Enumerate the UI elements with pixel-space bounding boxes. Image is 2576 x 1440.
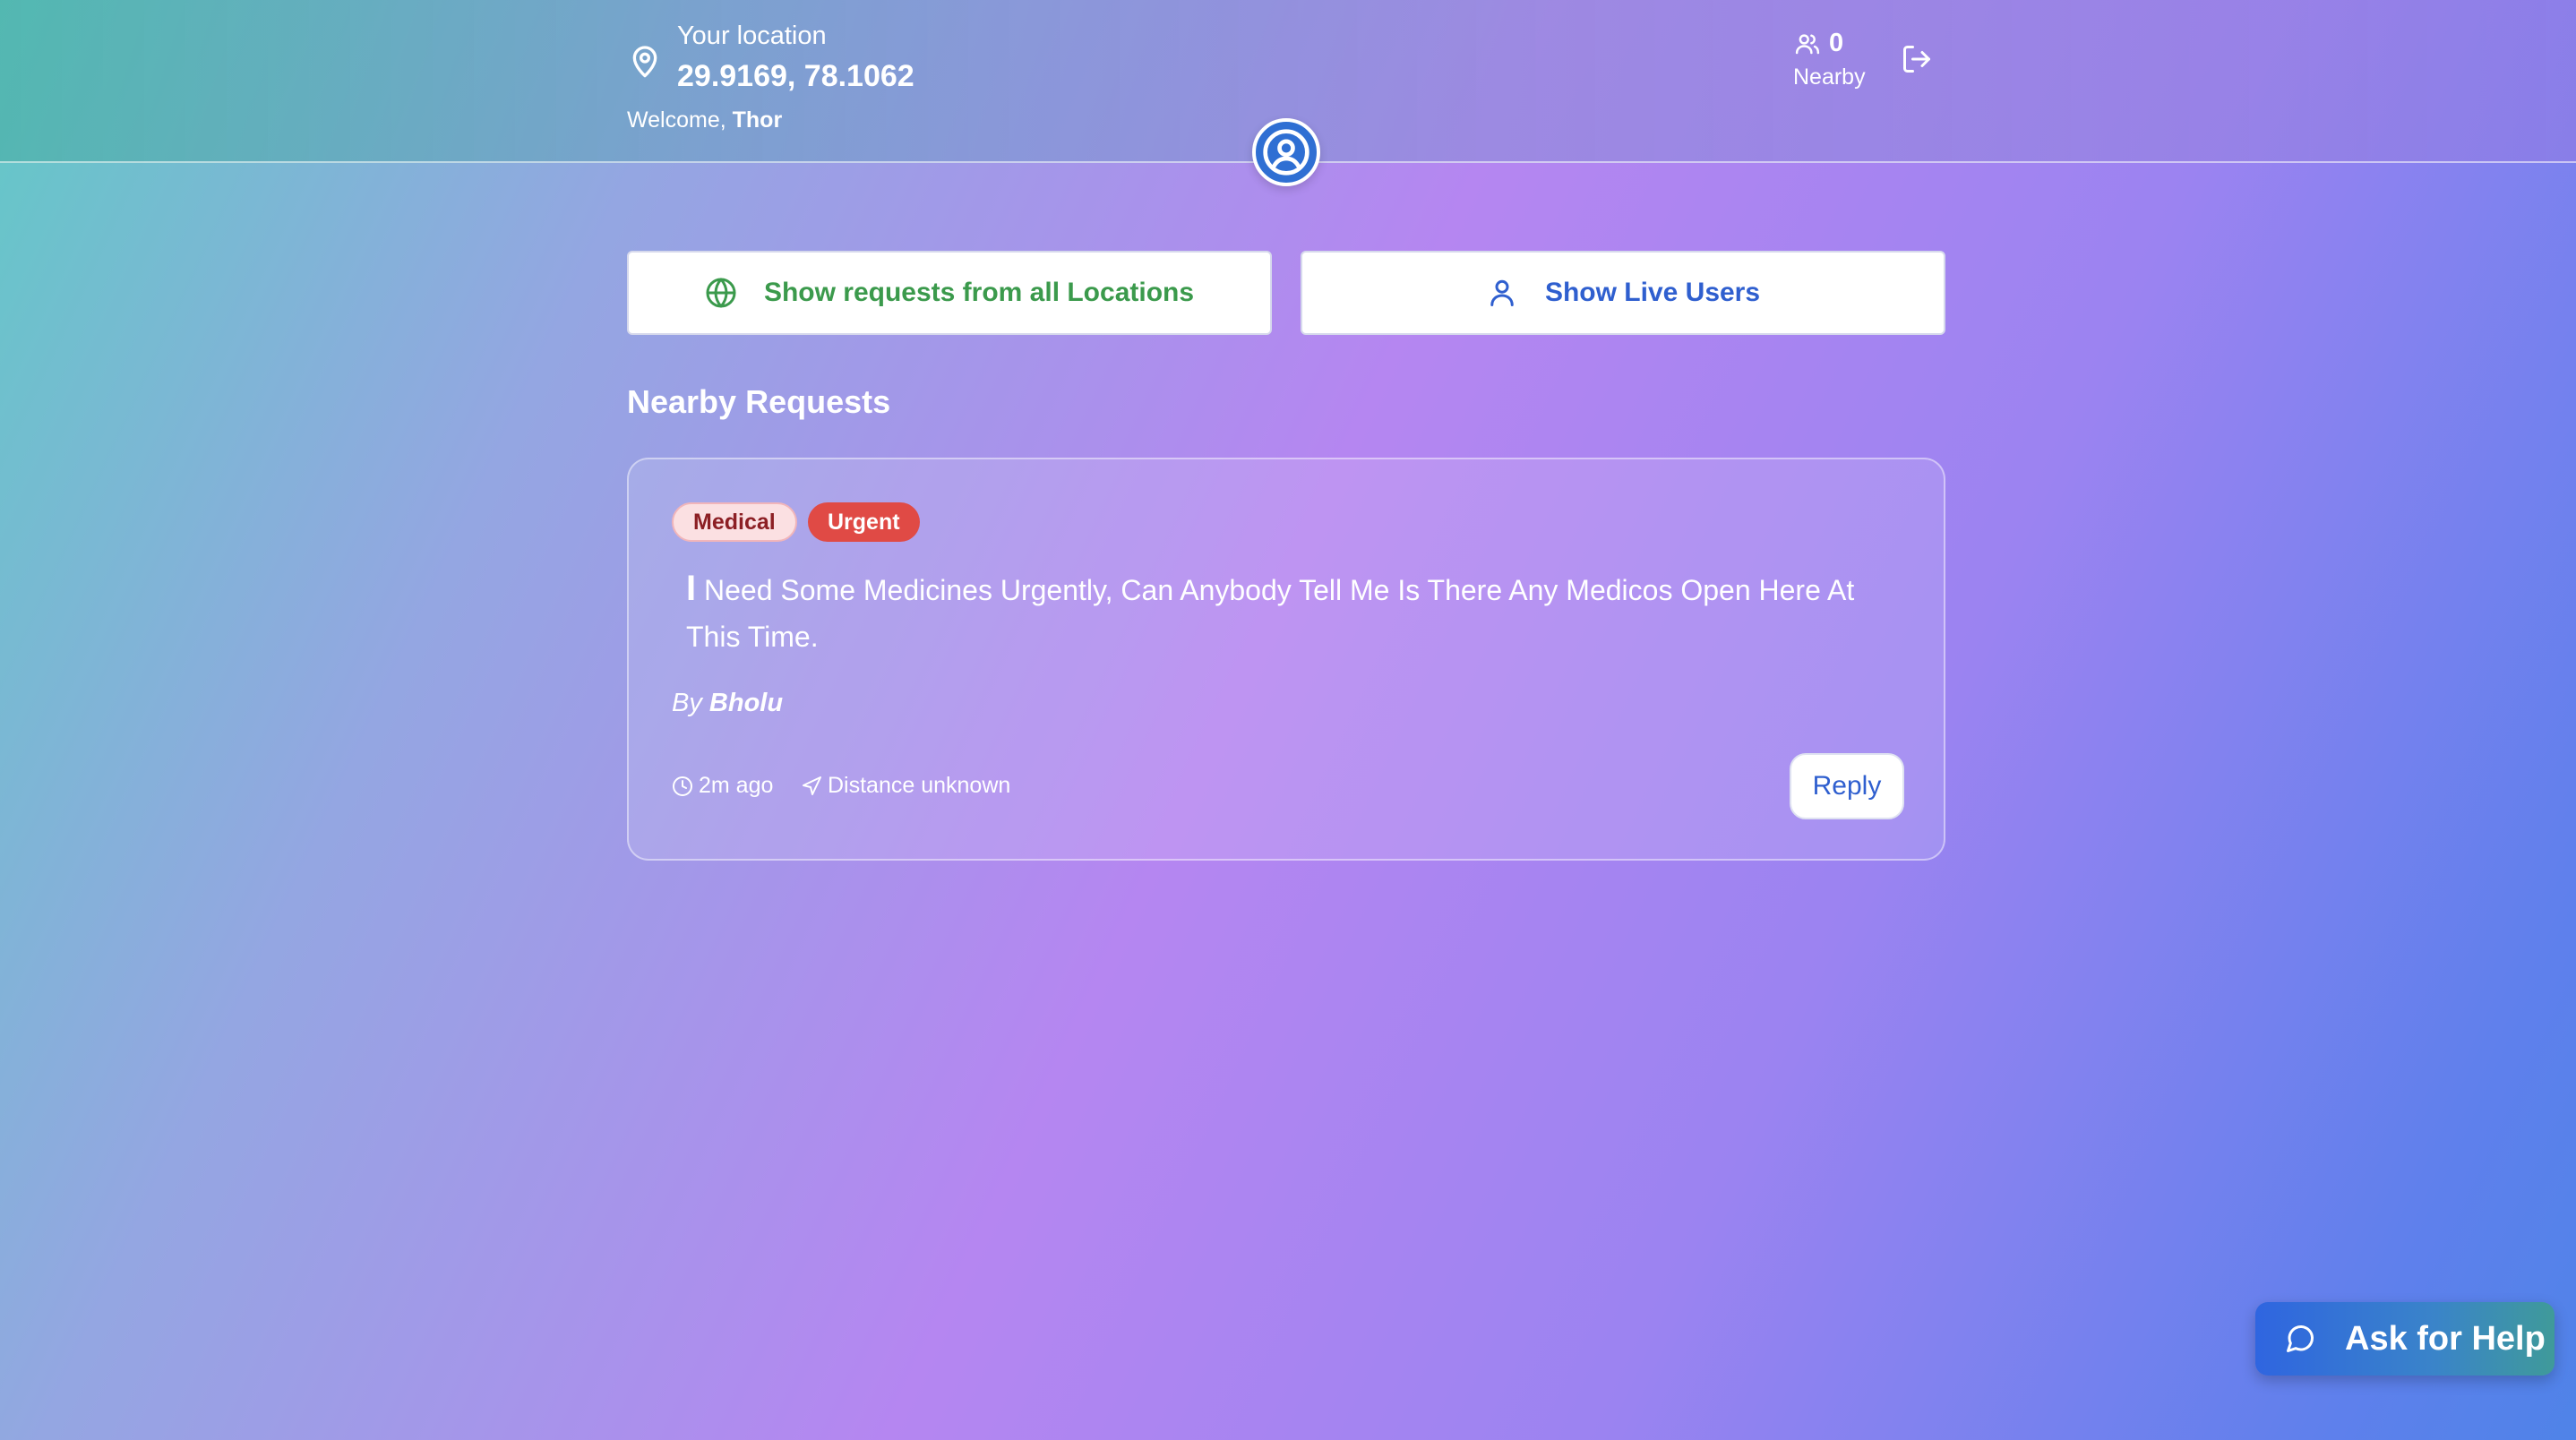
- username: Thor: [732, 107, 783, 133]
- ask-for-help-label: Ask for Help: [2345, 1319, 2546, 1358]
- show-live-users-label: Show Live Users: [1544, 278, 1761, 307]
- request-text-first: I: [686, 569, 697, 608]
- user-avatar-icon: [1263, 129, 1309, 176]
- ask-for-help-button[interactable]: Ask for Help: [2255, 1302, 2555, 1376]
- request-time: 2m ago: [672, 773, 773, 799]
- request-distance: Distance unknown: [801, 773, 1010, 799]
- request-text: I Need Some Medicines Urgently, Can Anyb…: [686, 565, 1904, 660]
- request-author: By Bholu: [672, 689, 783, 718]
- users-icon: [1795, 34, 1820, 55]
- author-prefix: By: [672, 689, 709, 717]
- location-coordinates: 29.9169, 78.1062: [677, 59, 914, 93]
- globe-icon: [706, 278, 736, 308]
- show-live-users-button[interactable]: Show Live Users: [1301, 251, 1945, 335]
- author-name: Bholu: [708, 689, 784, 717]
- request-card: Medical Urgent I Need Some Medicines Urg…: [627, 458, 1945, 861]
- user-icon: [1490, 279, 1514, 306]
- location-label: Your location: [677, 21, 827, 50]
- reply-button[interactable]: Reply: [1790, 753, 1904, 819]
- nearby-count: 0: [1829, 29, 1844, 57]
- clock-icon: [673, 776, 692, 796]
- show-all-locations-label: Show requests from all Locations: [763, 278, 1195, 307]
- request-distance-text: Distance unknown: [828, 773, 1011, 798]
- logout-icon[interactable]: [1901, 43, 1933, 75]
- request-time-text: 2m ago: [699, 773, 774, 798]
- welcome-prefix: Welcome,: [627, 107, 733, 133]
- navigation-arrow-icon: [803, 776, 821, 795]
- avatar[interactable]: [1252, 118, 1320, 186]
- tag-medical: Medical: [672, 502, 797, 542]
- request-text-rest: Need Some Medicines Urgently, Can Anybod…: [686, 574, 1855, 653]
- map-pin-icon: [632, 46, 657, 78]
- chat-bubble-icon: [2287, 1324, 2314, 1352]
- show-all-locations-button[interactable]: Show requests from all Locations: [627, 251, 1272, 335]
- tag-urgent: Urgent: [808, 502, 920, 542]
- welcome-message: Welcome, Thor: [627, 107, 782, 133]
- section-title: Nearby Requests: [627, 383, 891, 420]
- nearby-label: Nearby: [1793, 64, 1866, 90]
